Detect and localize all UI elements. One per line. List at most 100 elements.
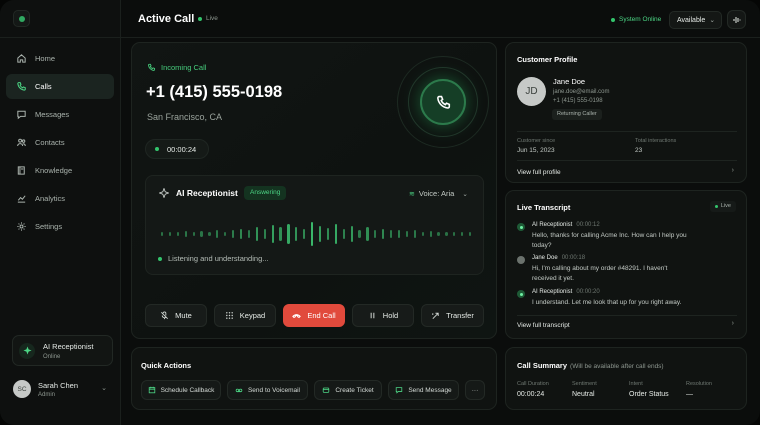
- sidebar-item-knowledge[interactable]: Knowledge: [6, 158, 114, 183]
- divider: [517, 160, 737, 161]
- ai-avatar-icon: [517, 223, 525, 231]
- waveform-bar: [271, 225, 274, 243]
- sidebar-item-calls[interactable]: Calls: [6, 74, 114, 99]
- summary-label: Resolution: [686, 381, 712, 387]
- waveform-bar: [445, 231, 448, 237]
- waveform-bar: [326, 228, 330, 240]
- speaker-name: Jane Doe: [532, 255, 558, 261]
- app-window: Home Calls Messages Contacts Knowledge A…: [0, 0, 760, 425]
- waveform-bar: [461, 231, 464, 237]
- waveform-bar: [421, 231, 424, 237]
- sidebar-item-analytics[interactable]: Analytics: [6, 186, 114, 211]
- status-dot-icon: [611, 17, 615, 22]
- summary-label: Call Duration: [517, 381, 549, 387]
- summary-subtitle: (Will be available after call ends): [570, 363, 664, 370]
- listening-text: Listening and understanding...: [168, 254, 269, 263]
- live-transcript-panel: Live Transcript Live AI Receptionist 00:0…: [505, 190, 747, 339]
- quick-actions-panel: Quick Actions Schedule Callback Send to …: [131, 347, 497, 410]
- live-label: Live: [206, 15, 218, 22]
- voice-selector[interactable]: ≋ Voice: Aria ⌄: [409, 189, 468, 198]
- customer-phone: +1 (415) 555-0198: [553, 98, 603, 104]
- page-title: Active Call: [138, 13, 195, 25]
- waveform-bar: [358, 229, 361, 239]
- customer-name: Jane Doe: [553, 77, 586, 86]
- waveform-bar: [405, 231, 409, 237]
- user-avatar-icon: [517, 256, 525, 264]
- mute-button[interactable]: Mute: [145, 304, 207, 327]
- listening-dot-icon: [158, 256, 162, 261]
- create-ticket-button[interactable]: Create Ticket: [314, 380, 382, 400]
- interactions-label: Total interactions: [635, 138, 677, 144]
- waveform-bar: [176, 231, 179, 237]
- live-dot-icon: [714, 205, 718, 208]
- audio-waveform: [158, 222, 474, 246]
- waveform-bar: [279, 227, 282, 241]
- status-badge: Answering: [244, 186, 287, 200]
- end-call-button[interactable]: End Call: [283, 304, 345, 327]
- hold-button[interactable]: Hold: [352, 304, 414, 327]
- incoming-call-label: Incoming Call: [147, 63, 206, 72]
- hang-up-icon: [292, 314, 302, 319]
- view-full-transcript-link[interactable]: View full transcript: [517, 322, 570, 329]
- summary-label: Sentiment: [572, 381, 597, 387]
- panel-title: Customer Profile: [517, 55, 578, 64]
- sidebar-item-messages[interactable]: Messages: [6, 102, 114, 127]
- waveform-bar: [160, 231, 164, 237]
- waveform-bar: [287, 223, 290, 245]
- ai-receptionist-card: AI Receptionist Answering ≋ Voice: Aria …: [145, 175, 484, 275]
- home-icon: [15, 53, 27, 65]
- chevron-down-icon: ⌄: [462, 190, 468, 198]
- action-label: Schedule Callback: [160, 386, 215, 394]
- user-menu[interactable]: SC Sarah Chen Admin ⌄: [13, 376, 111, 402]
- call-duration: 00:00:24: [167, 144, 197, 154]
- sidebar-item-contacts[interactable]: Contacts: [6, 130, 114, 155]
- sidebar-item-home[interactable]: Home: [6, 46, 114, 71]
- caller-location: San Francisco, CA: [147, 112, 223, 122]
- summary-value: Neutral: [572, 391, 595, 398]
- waveform-bar: [168, 231, 172, 237]
- sidebar: Home Calls Messages Contacts Knowledge A…: [0, 0, 121, 425]
- ai-card-name: AI Receptionist: [43, 341, 94, 351]
- more-icon: ···: [471, 386, 479, 394]
- waveform-bar: [350, 226, 353, 242]
- availability-value: Available: [677, 16, 706, 24]
- sidebar-item-settings[interactable]: Settings: [6, 214, 114, 239]
- keypad-button[interactable]: Keypad: [214, 304, 276, 327]
- chevron-right-icon: ›: [731, 167, 734, 174]
- incoming-text: Incoming Call: [161, 63, 207, 72]
- waveform-bar: [184, 231, 187, 237]
- caller-phone-number: +1 (415) 555-0198: [146, 83, 283, 101]
- message-header: AI Receptionist 00:00:12: [532, 222, 600, 228]
- message-time: 00:00:12: [576, 222, 600, 228]
- chevron-down-icon: ⌄: [709, 17, 715, 24]
- chevron-right-icon: ›: [731, 320, 734, 327]
- sidebar-nav: Home Calls Messages Contacts Knowledge A…: [6, 46, 114, 242]
- summary-label: Intent: [629, 381, 643, 387]
- waveform-bar: [374, 230, 377, 238]
- header-action-button[interactable]: [727, 10, 746, 29]
- waveform-bar: [263, 229, 266, 239]
- waveform-bar: [429, 231, 432, 237]
- active-call-panel: Incoming Call +1 (415) 555-0198 San Fran…: [131, 42, 497, 339]
- waveform-bar: [342, 229, 345, 239]
- waveform-bar: [334, 223, 337, 245]
- send-to-voicemail-button[interactable]: Send to Voicemail: [227, 380, 308, 400]
- speaker-name: AI Receptionist: [532, 222, 573, 228]
- mute-label: Mute: [175, 311, 192, 320]
- send-message-button[interactable]: Send Message: [388, 380, 459, 400]
- phone-icon: [15, 81, 27, 93]
- schedule-callback-button[interactable]: Schedule Callback: [141, 380, 221, 400]
- panel-title: Quick Actions: [141, 361, 192, 370]
- ai-receptionist-status-card[interactable]: AI Receptionist Online: [12, 335, 113, 366]
- message-text: Hi, I'm calling about my order #48291. I…: [532, 265, 668, 282]
- view-full-profile-link[interactable]: View full profile: [517, 169, 561, 176]
- transfer-label: Transfer: [446, 311, 474, 320]
- more-actions-button[interactable]: ···: [465, 380, 485, 400]
- transfer-button[interactable]: Transfer: [421, 304, 484, 327]
- app-logo[interactable]: [13, 10, 30, 27]
- answer-call-button[interactable]: [420, 79, 466, 125]
- waveform-bar: [255, 226, 258, 242]
- call-timer: 00:00:24: [145, 139, 209, 159]
- timer-dot-icon: [155, 147, 159, 151]
- availability-dropdown[interactable]: Available ⌄: [669, 11, 722, 29]
